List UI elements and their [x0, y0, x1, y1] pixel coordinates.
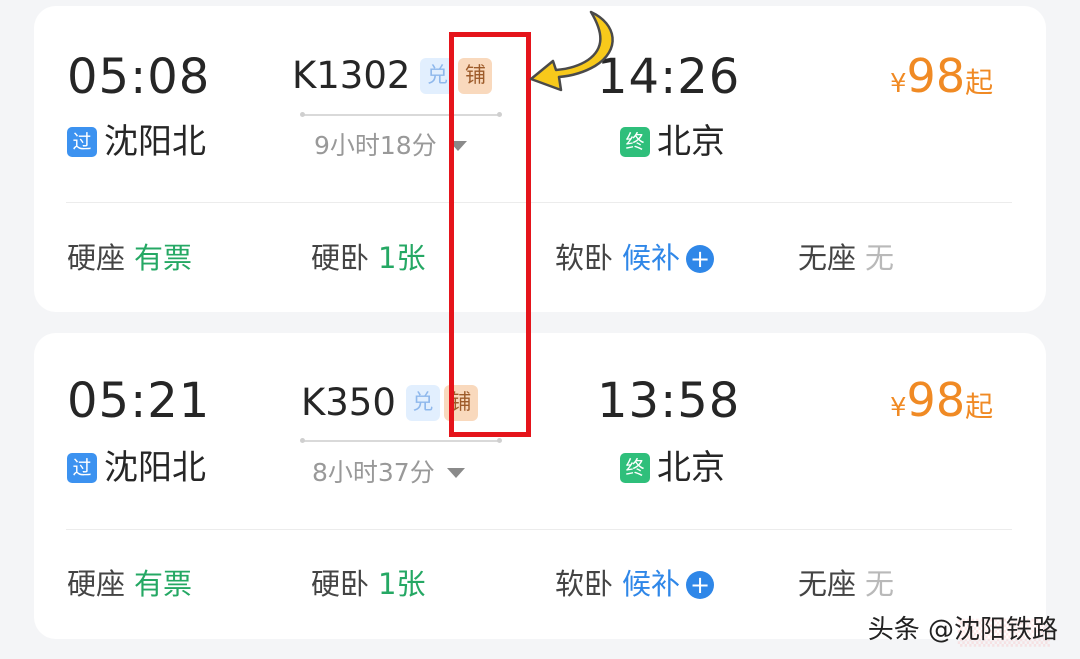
depart-station-name: 沈阳北 — [104, 122, 206, 162]
seat-hard-sleeper[interactable]: 硬卧 1张 — [311, 570, 425, 599]
seat-status: 无 — [865, 241, 895, 275]
depart-time: 05:08 — [67, 49, 211, 105]
seat-type-label: 软卧 — [555, 567, 614, 601]
duration-toggle[interactable]: 8小时37分 — [312, 460, 465, 485]
pass-badge: 过 — [67, 453, 97, 483]
seat-status: 有票 — [134, 241, 193, 275]
seat-type-label: 硬卧 — [311, 567, 370, 601]
seat-type-label: 软卧 — [555, 241, 614, 275]
depart-time: 05:21 — [67, 373, 211, 429]
dui-tag: 兑 — [405, 384, 440, 421]
duration-label: 8小时37分 — [312, 458, 435, 487]
seat-hard-seat[interactable]: 硬座 有票 — [67, 570, 192, 599]
terminal-badge: 终 — [620, 453, 650, 483]
price: ¥ 98 起 — [890, 377, 993, 423]
seat-status: 无 — [865, 567, 895, 601]
seat-no-seat[interactable]: 无座 无 — [798, 244, 894, 273]
plus-icon[interactable]: + — [686, 570, 715, 599]
arrive-time: 13:58 — [597, 373, 741, 429]
watermark: 头条 @沈阳铁路 — [867, 615, 1058, 645]
terminal-badge: 终 — [620, 127, 650, 157]
seat-status: 1张 — [378, 567, 426, 601]
price-suffix: 起 — [965, 390, 994, 423]
pass-badge: 过 — [67, 127, 97, 157]
duration-label: 9小时18分 — [314, 131, 437, 160]
seat-type-label: 硬座 — [67, 567, 126, 601]
seat-soft-sleeper[interactable]: 软卧 候补 + — [555, 567, 715, 601]
seat-hard-seat[interactable]: 硬座 有票 — [67, 244, 192, 273]
chevron-down-icon — [446, 467, 465, 478]
arrive-station: 终 北京 — [620, 125, 725, 159]
duration-toggle[interactable]: 9小时18分 — [314, 133, 467, 158]
depart-station: 过 沈阳北 — [67, 125, 206, 159]
seat-status: 1张 — [378, 241, 426, 275]
seat-status: 候补 — [622, 567, 681, 601]
seat-soft-sleeper[interactable]: 软卧 候补 + — [555, 241, 715, 275]
seat-status: 有票 — [134, 567, 193, 601]
highlight-box — [449, 32, 531, 437]
seat-type-label: 无座 — [798, 241, 857, 275]
price-value: 98 — [906, 49, 966, 103]
seat-no-seat[interactable]: 无座 无 — [798, 570, 894, 599]
seat-hard-sleeper[interactable]: 硬卧 1张 — [311, 244, 425, 273]
card-divider — [66, 202, 1012, 203]
train-number-label: K350 — [301, 381, 396, 424]
seat-type-label: 无座 — [798, 567, 857, 601]
card-divider — [66, 529, 1012, 530]
price-suffix: 起 — [965, 66, 994, 99]
price-symbol: ¥ — [890, 393, 907, 423]
train-number-label: K1302 — [292, 54, 411, 97]
arrive-station-name: 北京 — [657, 122, 725, 162]
train-card-k350[interactable]: 05:21 过 沈阳北 K350 兑 铺 8小时37分 13:58 终 北京 ¥… — [34, 333, 1046, 639]
seat-type-label: 硬卧 — [311, 241, 370, 275]
arrow-icon — [529, 10, 614, 92]
plus-icon[interactable]: + — [686, 244, 715, 273]
seat-type-label: 硬座 — [67, 241, 126, 275]
depart-station-name: 沈阳北 — [104, 448, 206, 488]
price-symbol: ¥ — [890, 69, 907, 99]
arrive-station: 终 北京 — [620, 451, 725, 485]
duration-line — [300, 438, 502, 443]
price: ¥ 98 起 — [890, 53, 993, 99]
seat-status: 候补 — [622, 241, 681, 275]
depart-station: 过 沈阳北 — [67, 451, 206, 485]
arrive-station-name: 北京 — [657, 448, 725, 488]
price-value: 98 — [906, 373, 966, 427]
